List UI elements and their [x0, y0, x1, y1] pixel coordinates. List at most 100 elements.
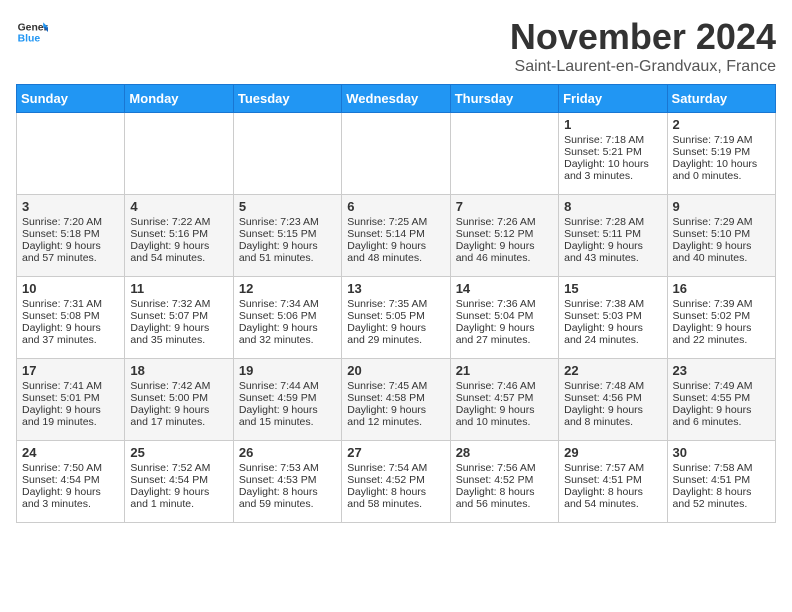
calendar-cell: 1Sunrise: 7:18 AMSunset: 5:21 PMDaylight…	[559, 113, 667, 195]
daylight-text: Daylight: 9 hours and 48 minutes.	[347, 240, 426, 264]
daylight-text: Daylight: 9 hours and 12 minutes.	[347, 404, 426, 428]
calendar-cell: 5Sunrise: 7:23 AMSunset: 5:15 PMDaylight…	[233, 195, 341, 277]
calendar-cell: 26Sunrise: 7:53 AMSunset: 4:53 PMDayligh…	[233, 441, 341, 523]
daylight-text: Daylight: 9 hours and 37 minutes.	[22, 322, 101, 346]
daylight-text: Daylight: 9 hours and 57 minutes.	[22, 240, 101, 264]
sunset-text: Sunset: 5:06 PM	[239, 310, 317, 322]
sunrise-text: Sunrise: 7:31 AM	[22, 298, 102, 310]
daylight-text: Daylight: 9 hours and 32 minutes.	[239, 322, 318, 346]
day-number: 26	[239, 445, 336, 460]
day-number: 12	[239, 281, 336, 296]
daylight-text: Daylight: 9 hours and 35 minutes.	[130, 322, 209, 346]
day-number: 21	[456, 363, 553, 378]
sunrise-text: Sunrise: 7:38 AM	[564, 298, 644, 310]
sunrise-text: Sunrise: 7:35 AM	[347, 298, 427, 310]
sunset-text: Sunset: 4:58 PM	[347, 392, 425, 404]
sunset-text: Sunset: 5:12 PM	[456, 228, 534, 240]
calendar-cell: 6Sunrise: 7:25 AMSunset: 5:14 PMDaylight…	[342, 195, 450, 277]
calendar-header-row: SundayMondayTuesdayWednesdayThursdayFrid…	[17, 85, 776, 113]
day-number: 22	[564, 363, 661, 378]
daylight-text: Daylight: 8 hours and 58 minutes.	[347, 486, 426, 510]
calendar-cell: 13 Sunrise: 7:35 AMSunset: 5:05 PMDayligh…	[342, 277, 450, 359]
calendar-week-row: 10Sunrise: 7:31 AMSunset: 5:08 PMDayligh…	[17, 277, 776, 359]
day-number: 10	[22, 281, 119, 296]
sunrise-text: Sunrise: 7:29 AM	[673, 216, 753, 228]
sunrise-text: Sunrise: 7:39 AM	[673, 298, 753, 310]
calendar-cell	[17, 113, 125, 195]
calendar-cell: 8Sunrise: 7:28 AMSunset: 5:11 PMDaylight…	[559, 195, 667, 277]
calendar-week-row: 17Sunrise: 7:41 AMSunset: 5:01 PMDayligh…	[17, 359, 776, 441]
sunrise-text: Sunrise: 7:19 AM	[673, 134, 753, 146]
day-number: 25	[130, 445, 227, 460]
sunset-text: Sunset: 5:10 PM	[673, 228, 751, 240]
day-number: 11	[130, 281, 227, 296]
daylight-text: Daylight: 9 hours and 40 minutes.	[673, 240, 752, 264]
sunrise-text: Sunrise: 7:57 AM	[564, 462, 644, 474]
day-number: 9	[673, 199, 770, 214]
daylight-text: Daylight: 9 hours and 15 minutes.	[239, 404, 318, 428]
calendar-cell: 18Sunrise: 7:42 AMSunset: 5:00 PMDayligh…	[125, 359, 233, 441]
calendar-week-row: 3Sunrise: 7:20 AMSunset: 5:18 PMDaylight…	[17, 195, 776, 277]
calendar-cell: 29 Sunrise: 7:57 AMSunset: 4:51 PMDayligh…	[559, 441, 667, 523]
sunrise-text: Sunrise: 7:58 AM	[673, 462, 753, 474]
calendar-cell	[233, 113, 341, 195]
sunrise-text: Sunrise: 7:25 AM	[347, 216, 427, 228]
day-number: 29	[564, 445, 661, 460]
logo: General Blue	[16, 16, 48, 48]
daylight-text: Daylight: 9 hours and 27 minutes.	[456, 322, 535, 346]
logo-icon: General Blue	[16, 16, 48, 48]
calendar-cell	[450, 113, 558, 195]
calendar-cell: 30Sunrise: 7:58 AMSunset: 4:51 PMDayligh…	[667, 441, 775, 523]
daylight-text: Daylight: 10 hours and 3 minutes.	[564, 158, 649, 182]
calendar-cell	[125, 113, 233, 195]
sunset-text: Sunset: 5:15 PM	[239, 228, 317, 240]
daylight-text: Daylight: 9 hours and 29 minutes.	[347, 322, 426, 346]
daylight-text: Daylight: 9 hours and 46 minutes.	[456, 240, 535, 264]
day-number: 13	[347, 281, 444, 296]
daylight-text: Daylight: 9 hours and 24 minutes.	[564, 322, 643, 346]
location-subtitle: Saint-Laurent-en-Grandvaux, France	[510, 58, 776, 76]
day-number: 27	[347, 445, 444, 460]
calendar-cell: 19Sunrise: 7:44 AMSunset: 4:59 PMDayligh…	[233, 359, 341, 441]
calendar-week-row: 1Sunrise: 7:18 AMSunset: 5:21 PMDaylight…	[17, 113, 776, 195]
daylight-text: Daylight: 8 hours and 54 minutes.	[564, 486, 643, 510]
sunrise-text: Sunrise: 7:49 AM	[673, 380, 753, 392]
calendar-cell: 20Sunrise: 7:45 AMSunset: 4:58 PMDayligh…	[342, 359, 450, 441]
day-number: 20	[347, 363, 444, 378]
calendar-cell: 22Sunrise: 7:48 AMSunset: 4:56 PMDayligh…	[559, 359, 667, 441]
calendar-cell	[342, 113, 450, 195]
column-header-saturday: Saturday	[667, 85, 775, 113]
calendar-cell: 27Sunrise: 7:54 AMSunset: 4:52 PMDayligh…	[342, 441, 450, 523]
sunrise-text: Sunrise: 7:52 AM	[130, 462, 210, 474]
sunrise-text: Sunrise: 7:34 AM	[239, 298, 319, 310]
column-header-wednesday: Wednesday	[342, 85, 450, 113]
calendar-cell: 25Sunrise: 7:52 AMSunset: 4:54 PMDayligh…	[125, 441, 233, 523]
sunrise-text: Sunrise: 7:26 AM	[456, 216, 536, 228]
day-number: 24	[22, 445, 119, 460]
calendar-cell: 21Sunrise: 7:46 AMSunset: 4:57 PMDayligh…	[450, 359, 558, 441]
daylight-text: Daylight: 9 hours and 22 minutes.	[673, 322, 752, 346]
day-number: 4	[130, 199, 227, 214]
sunset-text: Sunset: 5:00 PM	[130, 392, 208, 404]
sunrise-text: Sunrise: 7:46 AM	[456, 380, 536, 392]
sunset-text: Sunset: 5:02 PM	[673, 310, 751, 322]
sunset-text: Sunset: 4:55 PM	[673, 392, 751, 404]
day-number: 1	[564, 117, 661, 132]
day-number: 2	[673, 117, 770, 132]
sunset-text: Sunset: 4:51 PM	[673, 474, 751, 486]
day-number: 8	[564, 199, 661, 214]
daylight-text: Daylight: 9 hours and 17 minutes.	[130, 404, 209, 428]
sunrise-text: Sunrise: 7:28 AM	[564, 216, 644, 228]
sunset-text: Sunset: 4:53 PM	[239, 474, 317, 486]
column-header-sunday: Sunday	[17, 85, 125, 113]
sunset-text: Sunset: 4:51 PM	[564, 474, 642, 486]
month-title: November 2024	[510, 16, 776, 58]
sunset-text: Sunset: 5:04 PM	[456, 310, 534, 322]
sunrise-text: Sunrise: 7:32 AM	[130, 298, 210, 310]
day-number: 30	[673, 445, 770, 460]
calendar-cell: 23Sunrise: 7:49 AMSunset: 4:55 PMDayligh…	[667, 359, 775, 441]
title-block: November 2024 Saint-Laurent-en-Grandvaux…	[510, 16, 776, 76]
sunset-text: Sunset: 5:05 PM	[347, 310, 425, 322]
day-number: 28	[456, 445, 553, 460]
day-number: 15	[564, 281, 661, 296]
